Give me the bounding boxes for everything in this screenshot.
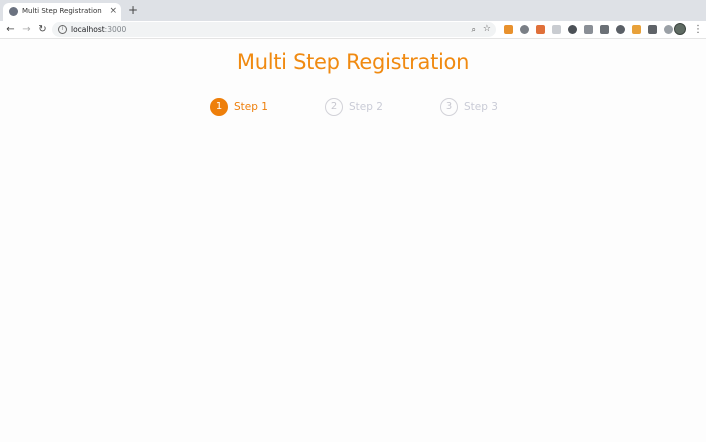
extension-2-icon[interactable] <box>520 25 529 34</box>
zoom-icon[interactable]: ⌕ <box>472 24 476 35</box>
step-number: 2 <box>325 98 343 116</box>
address-url[interactable]: localhost:3000 <box>71 24 126 35</box>
profile-avatar[interactable] <box>674 23 686 35</box>
url-port: :3000 <box>104 25 127 34</box>
extension-3-icon[interactable] <box>536 25 545 34</box>
address-bar[interactable]: i localhost:3000 ⌕ ☆ <box>52 22 496 37</box>
site-info-icon[interactable]: i <box>58 25 67 34</box>
stepper: 1 Step 1 2 Step 2 3 Step 3 <box>0 98 706 118</box>
step-number: 3 <box>440 98 458 116</box>
extension-1-icon[interactable] <box>504 25 513 34</box>
bookmark-star-icon[interactable]: ☆ <box>483 23 491 35</box>
extension-10-icon[interactable] <box>648 25 657 34</box>
extension-8-icon[interactable] <box>616 25 625 34</box>
extension-5-icon[interactable] <box>568 25 577 34</box>
step-number: 1 <box>210 98 228 116</box>
browser-window: Multi Step Registration × + ← → ↻ i loca… <box>0 0 706 442</box>
browser-tab[interactable]: Multi Step Registration × <box>3 3 121 21</box>
reload-button[interactable]: ↻ <box>36 23 49 36</box>
tab-strip: Multi Step Registration × + <box>0 0 706 21</box>
browser-toolbar: ← → ↻ i localhost:3000 ⌕ ☆ ⋮ <box>0 21 706 39</box>
forward-button[interactable]: → <box>20 23 33 36</box>
close-tab-icon[interactable]: × <box>109 5 117 17</box>
page-title: Multi Step Registration <box>236 50 470 74</box>
extension-7-icon[interactable] <box>600 25 609 34</box>
extension-4-icon[interactable] <box>552 25 561 34</box>
step-label: Step 3 <box>464 101 498 113</box>
back-button[interactable]: ← <box>4 23 17 36</box>
tab-title: Multi Step Registration <box>22 7 102 15</box>
extension-9-icon[interactable] <box>632 25 641 34</box>
browser-menu-icon[interactable]: ⋮ <box>693 23 703 36</box>
step-label: Step 2 <box>349 101 383 113</box>
extension-6-icon[interactable] <box>584 25 593 34</box>
extension-11-icon[interactable] <box>664 25 673 34</box>
page-content: Multi Step Registration 1 Step 1 2 Step … <box>0 39 706 442</box>
step-label: Step 1 <box>234 101 268 113</box>
url-host: localhost <box>71 25 105 34</box>
new-tab-button[interactable]: + <box>127 4 139 16</box>
globe-icon <box>9 7 18 16</box>
